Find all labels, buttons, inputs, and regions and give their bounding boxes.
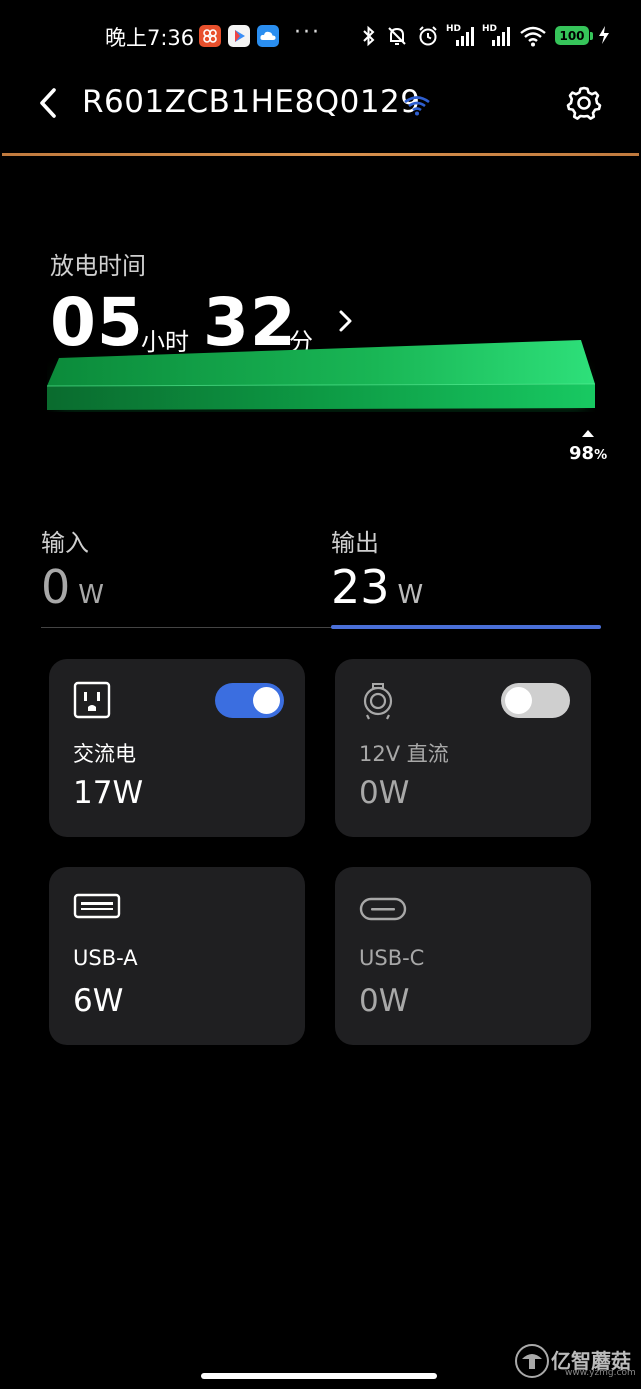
gear-icon [566, 86, 602, 120]
usb-c-port-name: USB-C [359, 946, 425, 970]
port-card-dc[interactable]: 12V 直流 0W [335, 659, 591, 837]
status-time: 晚上7:36 [105, 26, 195, 50]
dc-port-value: 0W [359, 775, 410, 811]
cell-signal-2-icon: HD [482, 24, 512, 50]
dc-port-name: 12V 直流 [359, 742, 449, 766]
more-notifications-dots: ··· [294, 20, 321, 45]
output-label: 输出 [331, 529, 379, 557]
play-store-icon [228, 25, 250, 47]
wifi-icon [518, 22, 548, 50]
percent-up-arrow [582, 430, 594, 437]
header-divider [2, 153, 639, 156]
usb-a-port-name: USB-A [73, 946, 138, 970]
device-title: R601ZCB1HE8Q0129 [82, 84, 421, 120]
discharge-time-label: 放电时间 [50, 252, 146, 280]
dc-12v-icon [359, 681, 397, 725]
usb-a-icon [73, 893, 121, 923]
input-label: 输入 [41, 529, 89, 557]
home-indicator[interactable] [201, 1373, 437, 1379]
dc-toggle-knob [505, 687, 532, 714]
port-card-ac[interactable]: 交流电 17W [49, 659, 305, 837]
alarm-icon [416, 22, 440, 50]
mute-bell-icon [385, 22, 409, 50]
input-value-row: 0W [41, 560, 104, 614]
input-value: 0 [41, 560, 71, 614]
discharge-detail-button[interactable] [334, 308, 356, 334]
battery-percent: 98% [569, 443, 607, 464]
watermark-url: www.yzmg.com [565, 1368, 636, 1378]
ac-outlet-icon [73, 681, 111, 723]
battery-level-bar [47, 340, 595, 410]
dc-toggle[interactable] [501, 683, 570, 718]
active-tab-indicator [331, 625, 601, 629]
port-card-usb-a[interactable]: USB-A 6W [49, 867, 305, 1045]
wifi-connected-icon [402, 94, 432, 120]
cell-signal-1-icon: HD [446, 24, 476, 50]
port-card-usb-c[interactable]: USB-C 0W [335, 867, 591, 1045]
ac-port-name: 交流电 [73, 742, 136, 766]
usb-a-port-value: 6W [73, 983, 124, 1019]
cloud-app-icon [257, 25, 279, 47]
chevron-right-icon [339, 310, 352, 332]
back-arrow-icon [40, 88, 56, 118]
ac-toggle[interactable] [215, 683, 284, 718]
battery-percent-value: 98 [569, 443, 595, 464]
usb-c-port-value: 0W [359, 983, 410, 1019]
settings-button[interactable] [565, 84, 603, 122]
back-button[interactable] [34, 84, 66, 122]
battery-level-badge: 100 [555, 26, 589, 45]
output-value-row: 23 W [331, 560, 423, 614]
output-unit: W [397, 580, 424, 610]
input-unit: W [78, 580, 104, 610]
usb-c-icon [359, 897, 407, 925]
ac-port-value: 17W [73, 775, 144, 811]
watermark-logo [514, 1343, 550, 1383]
charging-bolt-icon [598, 26, 610, 48]
output-value: 23 [331, 560, 390, 614]
ac-toggle-knob [253, 687, 280, 714]
battery-tip [590, 32, 593, 40]
bluetooth-icon [360, 22, 378, 50]
notification-app-icon [199, 25, 221, 47]
percent-sign: % [594, 448, 608, 463]
